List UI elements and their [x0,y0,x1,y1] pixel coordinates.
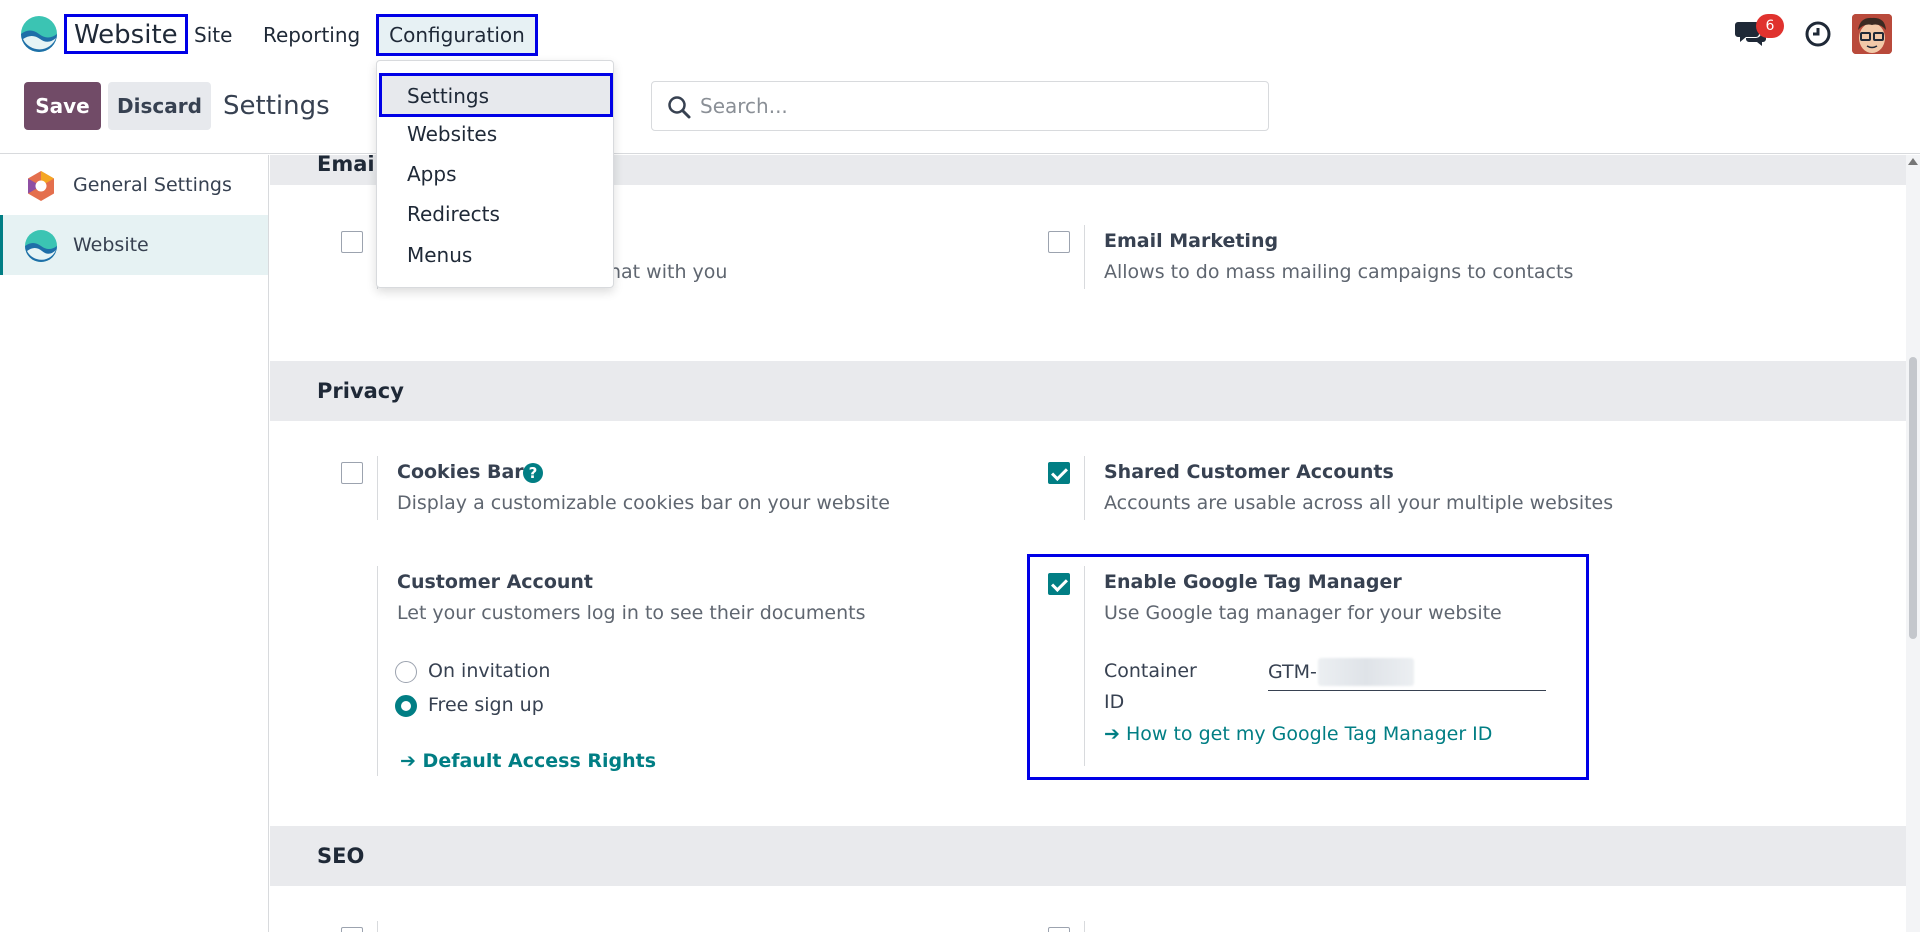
dropdown-item-menus[interactable]: Menus [407,240,472,270]
seo-setting-checkbox[interactable] [341,927,363,932]
save-button[interactable]: Save [24,82,101,130]
radio-on-invitation[interactable] [395,661,417,683]
scroll-up-icon[interactable] [1908,158,1918,165]
setting-divider [377,921,378,932]
setting-divider [1084,566,1085,766]
radio-label-on-invitation[interactable]: On invitation [428,657,550,685]
container-id-label-line1: Container [1104,660,1197,682]
dropdown-item-websites[interactable]: Websites [407,119,497,149]
gtm-checkbox[interactable] [1048,573,1070,595]
chat-badge: 6 [1756,14,1784,38]
nav-item-reporting[interactable]: Reporting [263,18,360,52]
cookies-bar-checkbox[interactable] [341,462,363,484]
control-panel: Save Discard Settings [0,68,1920,154]
scrollbar-thumb[interactable] [1909,357,1917,639]
settings-sidebar: General Settings Website [0,155,269,932]
seo-setting-checkbox-2[interactable] [1048,927,1070,932]
gtm-help-label: How to get my Google Tag Manager ID [1125,723,1493,745]
setting-divider [377,456,378,520]
arrow-right-icon: ➔ [1104,723,1126,745]
email-marketing-title: Email Marketing [1104,230,1279,252]
container-id-input-underline[interactable] [1268,690,1546,691]
gtm-title: Enable Google Tag Manager [1104,571,1402,593]
cookies-bar-desc: Display a customizable cookies bar on yo… [397,492,890,514]
setting-divider [377,566,378,776]
arrow-right-icon: ➔ [400,750,423,772]
search-icon [668,96,691,119]
customer-account-desc: Let your customers log in to see their d… [397,602,866,624]
livechat-desc-fragment: hat with you [609,261,728,283]
search-input[interactable] [700,90,1240,122]
shared-accounts-desc: Accounts are usable across all your mult… [1104,492,1614,514]
dropdown-item-apps[interactable]: Apps [407,159,457,189]
top-navbar: Website Site Reporting Configuration 6 [0,0,1920,68]
sidebar-item-website[interactable]: Website [0,215,268,275]
section-privacy-header: Privacy [270,361,1906,421]
email-marketing-checkbox[interactable] [1048,231,1070,253]
setting-divider [1084,456,1085,520]
gtm-desc: Use Google tag manager for your website [1104,602,1502,624]
shared-accounts-checkbox[interactable] [1048,462,1070,484]
section-title-privacy: Privacy [317,379,404,403]
default-access-rights-link[interactable]: ➔ Default Access Rights [400,747,656,775]
nav-brand-website[interactable]: Website [64,14,188,54]
user-avatar[interactable] [1852,14,1892,54]
dropdown-item-settings[interactable]: Settings [379,73,613,117]
search-box[interactable] [651,81,1269,131]
default-access-rights-label: Default Access Rights [422,750,657,772]
page-title: Settings [223,91,330,121]
website-app-icon[interactable] [20,15,58,53]
dropdown-item-label: Settings [407,84,490,108]
nav-item-site[interactable]: Site [194,18,232,52]
dropdown-item-redirects[interactable]: Redirects [407,199,500,229]
livechat-checkbox[interactable] [341,231,363,253]
sidebar-item-label: General Settings [73,174,232,196]
setting-divider [1084,921,1085,932]
cookies-bar-title: Cookies Bar [397,461,524,483]
discard-button[interactable]: Discard [108,82,211,130]
help-icon[interactable]: ? [523,463,543,483]
email-marketing-desc: Allows to do mass mailing campaigns to c… [1104,261,1574,283]
sidebar-item-general-settings[interactable]: General Settings [0,155,268,215]
radio-free-sign-up[interactable] [395,695,417,717]
customer-account-title: Customer Account [397,571,594,593]
section-seo-header: SEO [270,826,1906,886]
radio-label-free-sign-up[interactable]: Free sign up [428,691,544,719]
sidebar-item-label: Website [73,234,149,256]
setting-divider [1084,225,1085,289]
clock-icon[interactable] [1804,20,1832,48]
redacted-value [1318,658,1414,686]
website-app-icon [25,230,57,262]
nav-item-configuration[interactable]: Configuration [376,14,538,56]
section-title-email: Email [317,155,382,176]
section-title-seo: SEO [317,844,365,868]
container-id-value[interactable]: GTM- [1268,658,1317,686]
shared-accounts-title: Shared Customer Accounts [1104,461,1394,483]
general-settings-icon [28,171,54,201]
gtm-help-link[interactable]: ➔ How to get my Google Tag Manager ID [1104,720,1492,748]
container-id-label-line2: ID [1104,691,1125,713]
configuration-dropdown: Settings Websites Apps Redirects Menus [376,60,614,288]
